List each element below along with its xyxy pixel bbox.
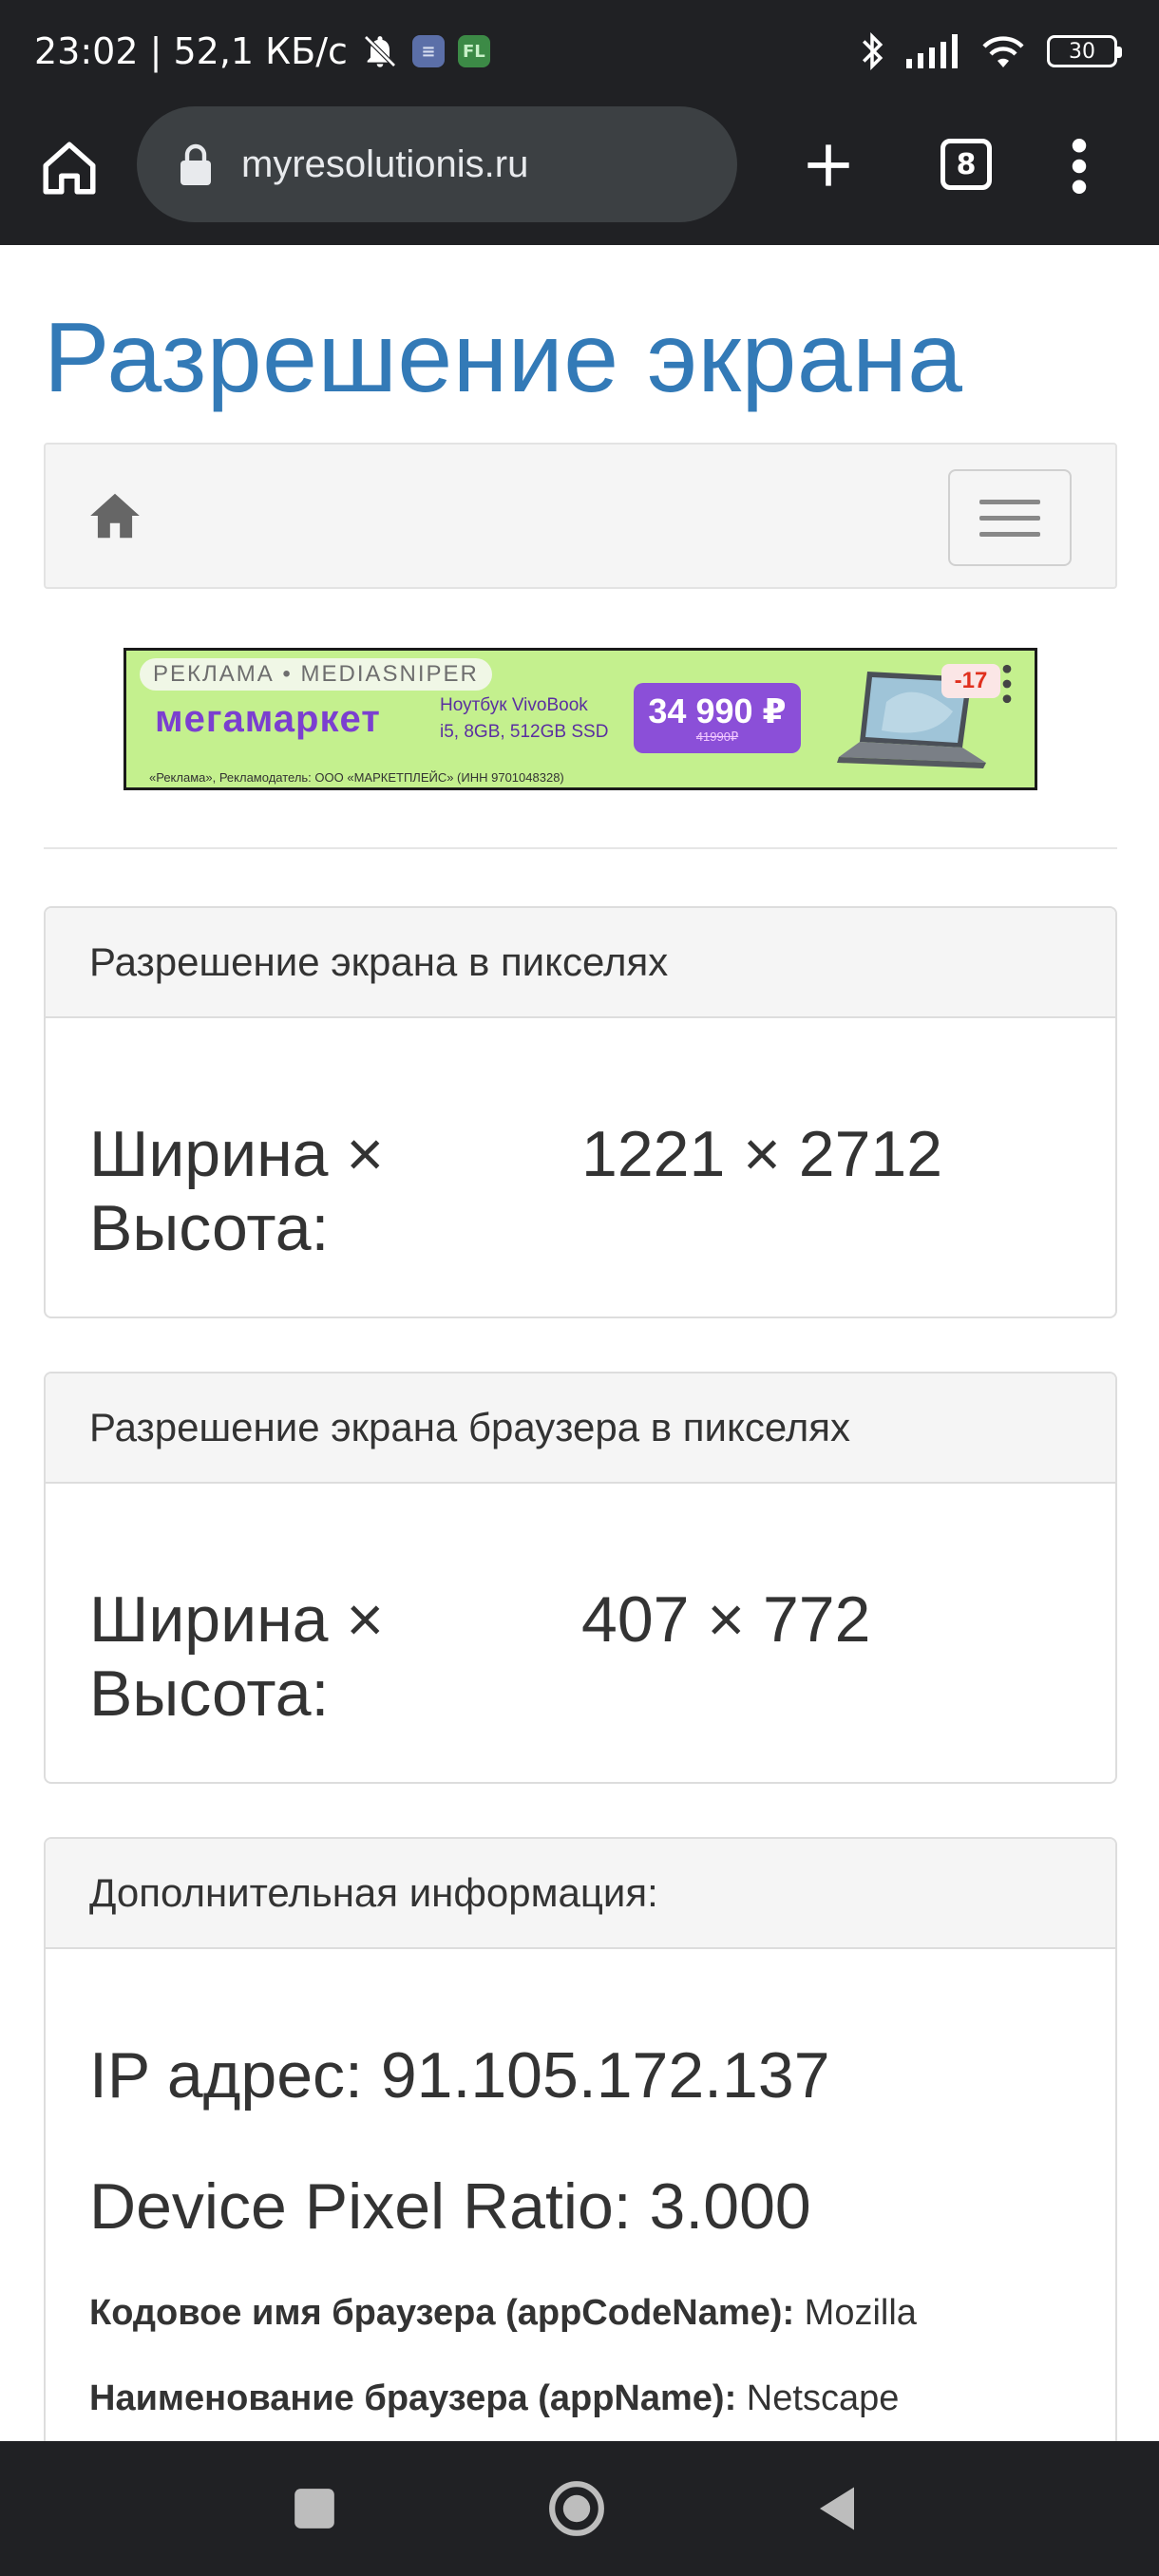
browser-resolution-panel: Разрешение экрана браузера в пикселях Ши… [44, 1372, 1117, 1784]
fl-app-icon: FL [457, 35, 490, 67]
app-name-value: Netscape [736, 2378, 900, 2418]
signal-icon [906, 34, 958, 68]
more-menu-icon[interactable] [1068, 139, 1091, 194]
panel-heading: Разрешение экрана в пикселях [46, 908, 1115, 1018]
tab-count: 8 [956, 147, 977, 181]
url-text: myresolutionis.ru [241, 142, 529, 185]
ad-legal-text: «Реклама», Рекламодатель: ООО «МАРКЕТПЛЕ… [149, 770, 564, 785]
status-time: 23:02 | 52,1 КБ/с [34, 30, 348, 72]
status-right: 30 [859, 31, 1122, 71]
home-icon[interactable] [86, 486, 144, 545]
ad-product-line: Ноутбук VivoBook [440, 695, 588, 715]
wifi-icon [982, 36, 1024, 67]
mute-icon [364, 35, 396, 67]
address-bar[interactable]: myresolutionis.ru [137, 106, 737, 222]
battery-icon: 30 [1047, 35, 1122, 67]
ad-old-price: 41990₽ [695, 729, 739, 744]
ip-address: IP адрес: 91.105.172.137 [89, 2039, 830, 2112]
panel-heading: Разрешение экрана браузера в пикселях [46, 1373, 1115, 1484]
status-left: 23:02 | 52,1 КБ/с ≡ FL [34, 30, 490, 72]
dimension-label: Ширина × Высота: [89, 1118, 385, 1264]
dimension-value: 407 × 772 [581, 1583, 871, 1656]
status-bar: 23:02 | 52,1 КБ/с ≡ FL 30 [0, 0, 1159, 103]
app-code-name-row: Кодовое имя браузера (appCodeName): Mozi… [89, 2293, 917, 2334]
menu-toggle-button[interactable] [948, 469, 1072, 566]
app-code-name-label: Кодовое имя браузера (appCodeName): [89, 2293, 795, 2333]
divider [44, 847, 1117, 849]
hamburger-bar [979, 531, 1040, 537]
hamburger-bar [979, 515, 1040, 521]
back-icon[interactable] [815, 2483, 859, 2534]
extra-info-panel: Дополнительная информация: IP адрес: 91.… [44, 1837, 1117, 2502]
system-nav-bar [0, 2441, 1159, 2576]
ad-product-line: i5, 8GB, 512GB SSD [440, 722, 609, 742]
ad-label: РЕКЛАМА • MEDIASNIPER [140, 658, 492, 691]
dimension-label: Ширина × Высота: [89, 1583, 385, 1730]
hamburger-bar [979, 499, 1040, 504]
lock-icon [180, 143, 211, 185]
ad-discount-badge: -17 [941, 664, 1000, 698]
app-code-name-value: Mozilla [794, 2293, 917, 2333]
ad-options-icon[interactable] [1000, 664, 1014, 704]
tab-switcher-button[interactable]: 8 [940, 139, 992, 190]
notes-app-icon: ≡ [411, 35, 445, 67]
ad-price-value: 34 990 ₽ [648, 691, 787, 730]
site-navbar [44, 443, 1117, 589]
device-pixel-ratio: Device Pixel Ratio: 3.000 [89, 2170, 811, 2243]
battery-level: 30 [1069, 39, 1095, 64]
ad-price: 34 990 ₽ 41990₽ [634, 683, 801, 753]
app-name-label: Наименование браузера (appName): [89, 2378, 737, 2418]
app-name-row: Наименование браузера (appName): Netscap… [89, 2378, 899, 2419]
new-tab-icon[interactable] [804, 141, 853, 190]
recents-icon[interactable] [291, 2485, 338, 2532]
home-icon[interactable] [38, 137, 101, 199]
ad-product: Ноутбук VivoBook i5, 8GB, 512GB SSD [440, 692, 630, 746]
ad-brand: мегамаркет [155, 698, 381, 740]
screen-resolution-panel: Разрешение экрана в пикселях Ширина × Вы… [44, 906, 1117, 1318]
bluetooth-icon [863, 32, 884, 70]
dimension-value: 1221 × 2712 [581, 1118, 943, 1190]
ad-banner[interactable]: РЕКЛАМА • MEDIASNIPER мегамаркет Ноутбук… [124, 648, 1037, 790]
home-nav-icon[interactable] [547, 2479, 606, 2538]
browser-toolbar: myresolutionis.ru 8 [0, 103, 1159, 245]
site-title[interactable]: Разрешение экрана [44, 302, 963, 415]
panel-heading: Дополнительная информация: [46, 1839, 1115, 1949]
web-page: Разрешение экрана РЕКЛАМА • MEDIASNIPER … [0, 245, 1159, 2502]
